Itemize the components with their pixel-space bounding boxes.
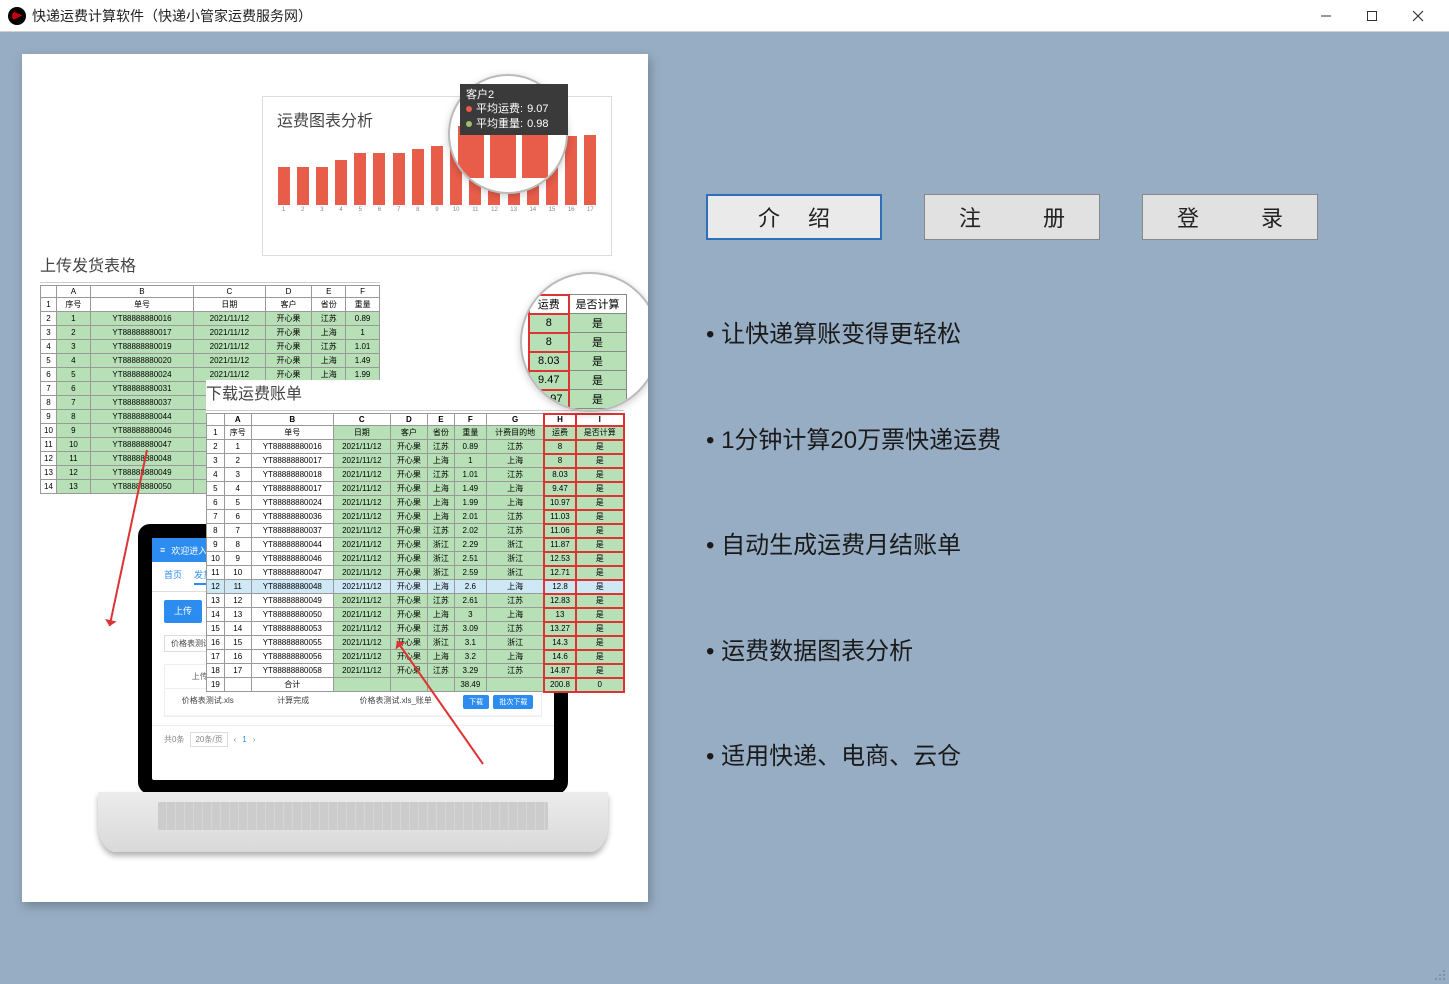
laptop-tab-home: 首页: [164, 568, 182, 585]
minimize-button[interactable]: [1303, 1, 1349, 31]
feature-item: 运费数据图表分析: [706, 635, 1391, 669]
app-icon: [8, 7, 26, 25]
titlebar: 快递运费计算软件（快递小管家运费服务网）: [0, 0, 1449, 32]
tab-register[interactable]: 注 册: [924, 194, 1100, 240]
laptop-btn-upload: 上传: [164, 600, 202, 623]
maximize-button[interactable]: [1349, 1, 1395, 31]
tooltip-customer: 客户2: [466, 88, 562, 102]
feature-item: 自动生成运费月结账单: [706, 529, 1391, 563]
chart-tooltip: 客户2 平均运费: 9.07 平均重量: 0.98: [460, 84, 568, 135]
bill-table: ABCDEFGHI1序号单号日期客户省份重量计费目的地运费是否计算21YT888…: [206, 413, 624, 692]
download-section: 下载运费账单 ABCDEFGHI1序号单号日期客户省份重量计费目的地运费是否计算…: [206, 380, 624, 692]
feature-item: 让快递算账变得更轻松: [706, 318, 1391, 352]
resize-grip-icon[interactable]: [1432, 967, 1446, 981]
main-tabs: 介绍 注 册 登 录: [706, 194, 1391, 240]
window-title: 快递运费计算软件（快递小管家运费服务网）: [32, 6, 312, 26]
promo-illustration: 运费图表分析 1234567891011121314151617 客户2 平均运…: [22, 54, 648, 902]
magnifier-bill: 运费是否计算8是8是8.03是9.47是10.97是11.03是11.06是: [520, 272, 648, 412]
feature-item: 1分钟计算20万票快递运费: [706, 424, 1391, 458]
close-button[interactable]: [1395, 1, 1441, 31]
feature-list: 让快递算账变得更轻松 1分钟计算20万票快递运费自动生成运费月结账单运费数据图表分…: [706, 318, 1391, 774]
tab-login[interactable]: 登 录: [1142, 194, 1318, 240]
upload-title: 上传发货表格: [40, 252, 380, 283]
tab-intro[interactable]: 介绍: [706, 194, 882, 240]
feature-item: 适用快递、电商、云仓: [706, 740, 1391, 774]
